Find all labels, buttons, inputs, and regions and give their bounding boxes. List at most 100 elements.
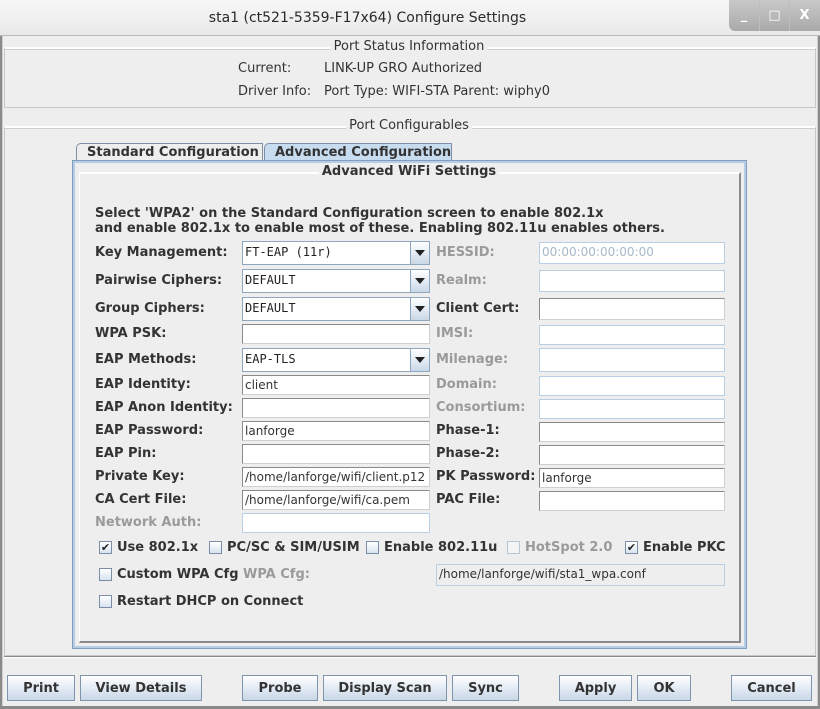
- milenage-input[interactable]: [539, 348, 725, 372]
- eap-password-input[interactable]: lanforge: [242, 421, 430, 441]
- network-auth-label: Network Auth:: [95, 515, 202, 530]
- ok-button[interactable]: OK: [637, 675, 691, 701]
- checkbox-unchecked-icon: [366, 541, 379, 554]
- use-8021x-checkbox[interactable]: ✔ Use 802.1x: [99, 540, 198, 555]
- hessid-input[interactable]: 00:00:00:00:00:00: [539, 242, 725, 264]
- display-scan-button[interactable]: Display Scan: [323, 675, 447, 701]
- hotspot20-checkbox[interactable]: HotSpot 2.0: [507, 540, 612, 555]
- network-auth-input[interactable]: [242, 513, 430, 533]
- eap-anon-identity-input[interactable]: [242, 398, 430, 418]
- enable-pkc-label: Enable PKC: [643, 540, 726, 555]
- domain-input[interactable]: [539, 376, 725, 396]
- client-cert-label: Client Cert:: [436, 301, 520, 316]
- checkbox-checked-icon: ✔: [99, 541, 112, 554]
- minimize-icon: _: [740, 8, 748, 23]
- hessid-label: HESSID:: [436, 245, 495, 260]
- probe-button[interactable]: Probe: [242, 675, 318, 701]
- pairwise-ciphers-select[interactable]: DEFAULT: [242, 269, 430, 293]
- pcsc-sim-checkbox[interactable]: PC/SC & SIM/USIM: [209, 540, 360, 555]
- current-label: Current:: [238, 61, 292, 76]
- chevron-down-icon: [415, 250, 425, 256]
- custom-wpa-cfg-checkbox[interactable]: Custom WPA Cfg: [99, 567, 239, 582]
- pcsc-sim-label: PC/SC & SIM/USIM: [227, 540, 360, 555]
- view-details-button[interactable]: View Details: [80, 675, 202, 701]
- cancel-button[interactable]: Cancel: [731, 675, 812, 701]
- button-bar-separator: [4, 656, 816, 658]
- maximize-icon: □: [768, 8, 781, 23]
- ca-cert-file-input[interactable]: /home/lanforge/wifi/ca.pem: [242, 490, 430, 510]
- port-configurables-title: Port Configurables: [346, 118, 472, 133]
- key-management-label: Key Management:: [95, 245, 228, 260]
- enable-80211u-checkbox[interactable]: Enable 802.11u: [366, 540, 497, 555]
- pk-password-label: PK Password:: [436, 469, 536, 484]
- wpa-cfg-input[interactable]: /home/lanforge/wifi/sta1_wpa.conf: [436, 564, 725, 586]
- enable-pkc-checkbox[interactable]: ✔ Enable PKC: [625, 540, 726, 555]
- milenage-label: Milenage:: [436, 352, 509, 367]
- close-icon: X: [799, 8, 810, 23]
- eap-password-label: EAP Password:: [95, 423, 204, 438]
- minimize-button[interactable]: _: [729, 0, 759, 31]
- eap-identity-input[interactable]: client: [242, 375, 430, 395]
- imsi-input[interactable]: [539, 325, 725, 345]
- imsi-label: IMSI:: [436, 326, 474, 341]
- close-button[interactable]: X: [789, 0, 819, 31]
- consortium-input[interactable]: [539, 399, 725, 419]
- pairwise-ciphers-label: Pairwise Ciphers:: [95, 273, 223, 288]
- group-ciphers-dropdown-button[interactable]: [410, 298, 429, 320]
- group-ciphers-label: Group Ciphers:: [95, 301, 205, 316]
- phase1-label: Phase-1:: [436, 423, 500, 438]
- group-ciphers-value: DEFAULT: [245, 301, 296, 315]
- checkbox-unchecked-icon: [99, 595, 112, 608]
- pac-file-input[interactable]: [539, 491, 725, 511]
- group-ciphers-select[interactable]: DEFAULT: [242, 297, 430, 321]
- phase2-input[interactable]: [539, 445, 725, 465]
- port-status-title: Port Status Information: [330, 39, 488, 54]
- advanced-wifi-title: Advanced WiFi Settings: [318, 164, 500, 179]
- restart-dhcp-checkbox[interactable]: Restart DHCP on Connect: [99, 594, 303, 609]
- use-8021x-label: Use 802.1x: [117, 540, 199, 555]
- eap-methods-value: EAP-TLS: [245, 352, 296, 366]
- key-management-dropdown-button[interactable]: [410, 242, 429, 264]
- eap-pin-input[interactable]: [242, 444, 430, 464]
- checkbox-unchecked-icon: [507, 541, 520, 554]
- driver-info-value: Port Type: WIFI-STA Parent: wiphy0: [324, 84, 551, 99]
- pac-file-label: PAC File:: [436, 492, 501, 507]
- wpa-psk-input[interactable]: [242, 324, 430, 344]
- eap-methods-select[interactable]: EAP-TLS: [242, 348, 430, 372]
- pk-password-input[interactable]: lanforge: [539, 468, 725, 488]
- tab-standard-configuration[interactable]: Standard Configuration: [76, 143, 263, 163]
- sync-button[interactable]: Sync: [452, 675, 519, 701]
- wpa-psk-label: WPA PSK:: [95, 326, 167, 341]
- checkbox-unchecked-icon: [209, 541, 222, 554]
- eap-anon-identity-label: EAP Anon Identity:: [95, 400, 233, 415]
- phase2-label: Phase-2:: [436, 446, 500, 461]
- driver-info-label: Driver Info:: [238, 84, 312, 99]
- realm-label: Realm:: [436, 273, 487, 288]
- eap-methods-dropdown-button[interactable]: [410, 349, 429, 371]
- key-management-value: FT-EAP (11r): [245, 245, 332, 259]
- eap-pin-label: EAP Pin:: [95, 446, 157, 461]
- pairwise-ciphers-dropdown-button[interactable]: [410, 270, 429, 292]
- window-title: sta1 (ct521-5359-F17x64) Configure Setti…: [208, 10, 527, 26]
- client-cert-input[interactable]: [539, 298, 725, 320]
- custom-wpa-cfg-label: Custom WPA Cfg: [117, 567, 239, 582]
- pairwise-ciphers-value: DEFAULT: [245, 273, 296, 287]
- maximize-button[interactable]: □: [759, 0, 789, 31]
- hotspot20-label: HotSpot 2.0: [525, 540, 613, 555]
- private-key-input[interactable]: /home/lanforge/wifi/client.p12: [242, 467, 430, 487]
- wpa-cfg-label: WPA Cfg:: [243, 567, 310, 582]
- phase1-input[interactable]: [539, 422, 725, 442]
- eap-methods-label: EAP Methods:: [95, 352, 197, 367]
- enable-80211u-label: Enable 802.11u: [384, 540, 498, 555]
- eap-identity-label: EAP Identity:: [95, 377, 191, 392]
- ca-cert-file-label: CA Cert File:: [95, 492, 187, 507]
- checkbox-checked-icon: ✔: [625, 541, 638, 554]
- realm-input[interactable]: [539, 270, 725, 292]
- print-button[interactable]: Print: [7, 675, 75, 701]
- checkbox-unchecked-icon: [99, 568, 112, 581]
- tab-advanced-configuration[interactable]: Advanced Configuration: [264, 143, 452, 163]
- key-management-select[interactable]: FT-EAP (11r): [242, 241, 430, 265]
- info-note-line1: Select 'WPA2' on the Standard Configurat…: [95, 206, 604, 221]
- current-value: LINK-UP GRO Authorized: [324, 61, 483, 76]
- apply-button[interactable]: Apply: [559, 675, 632, 701]
